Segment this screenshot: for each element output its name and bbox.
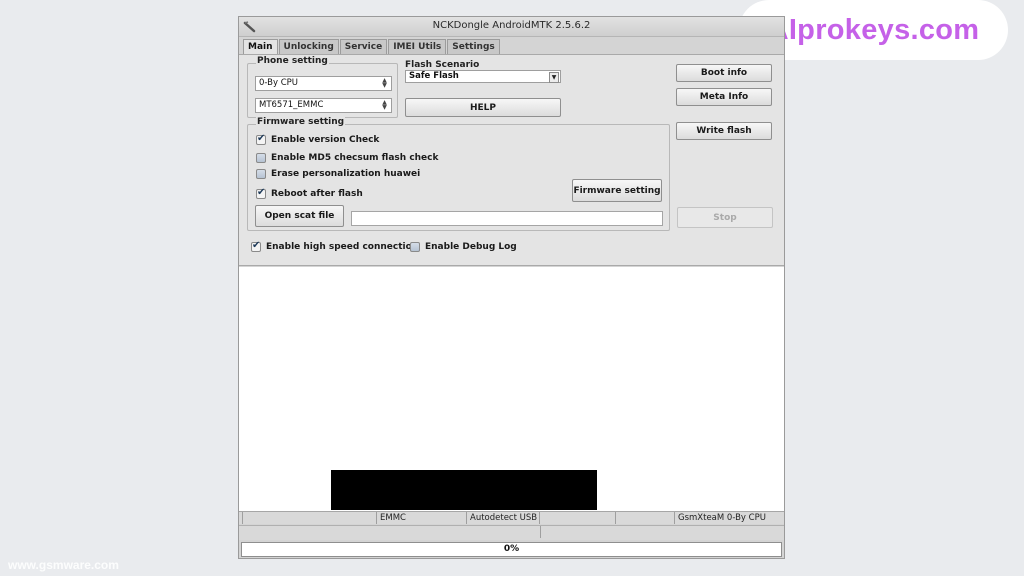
title-bar: NCKDongle AndroidMTK 2.5.6.2: [239, 17, 784, 37]
checkbox-label: Enable high speed connection: [266, 241, 419, 252]
checkbox-label: Erase personalization huawei: [271, 168, 421, 179]
status-cell: [239, 526, 541, 538]
progress-text: 0%: [503, 544, 520, 554]
status-connection: Autodetect USB: [467, 512, 540, 524]
checkbox: [256, 152, 266, 163]
boot-info-button[interactable]: Boot info: [676, 64, 772, 82]
spin-arrows-icon: ▲ ▼: [382, 77, 387, 89]
status-cell: [616, 512, 675, 524]
status-storage: EMMC: [377, 512, 467, 524]
tab-settings[interactable]: Settings: [447, 39, 500, 54]
flash-scenario-value: Safe Flash: [409, 71, 459, 81]
firmware-setting-group: Firmware setting Enable version Check En…: [247, 117, 670, 231]
help-button[interactable]: HELP: [405, 98, 561, 117]
spin-arrows-icon: ▲ ▼: [382, 99, 387, 111]
enable-version-check[interactable]: Enable version Check: [256, 133, 379, 146]
status-mode: GsmXteaM 0-By CPU: [678, 513, 766, 523]
stop-button[interactable]: Stop: [677, 207, 773, 228]
open-scat-file-button[interactable]: Open scat file: [255, 205, 344, 227]
chevron-down-icon: ▼: [549, 72, 559, 83]
tab-service[interactable]: Service: [339, 39, 388, 54]
phone-setting-group: Phone setting 0-By CPU ▲ ▼ MT6571_EMMC ▲ ▼: [247, 56, 398, 118]
tab-bar: Main Unlocking Service IMEI Utils Settin…: [243, 39, 501, 55]
chip-select[interactable]: MT6571_EMMC ▲ ▼: [255, 98, 392, 113]
phone-setting-label: Phone setting: [256, 56, 329, 66]
enable-md5-check[interactable]: Enable MD5 checsum flash check: [256, 151, 438, 164]
checkbox-label: Enable Debug Log: [425, 241, 517, 252]
checkbox-label: Enable MD5 checsum flash check: [271, 152, 439, 163]
status-bar-secondary: [239, 525, 784, 540]
redaction-box: [331, 470, 597, 510]
cpu-select-value: 0-By CPU: [259, 78, 299, 88]
checkbox: [256, 133, 266, 145]
tab-unlocking[interactable]: Unlocking: [278, 39, 339, 54]
progress-bar: 0%: [241, 542, 782, 557]
checkbox: [251, 240, 261, 252]
status-bar: EMMC Autodetect USB GsmXteaM 0-By CPU: [239, 511, 784, 524]
bottom-watermark: www.gsmware.com: [8, 558, 119, 572]
tab-main[interactable]: Main: [243, 39, 278, 55]
tab-imei-utils[interactable]: IMEI Utils: [388, 39, 447, 54]
flash-scenario-select[interactable]: Safe Flash ▼: [405, 70, 561, 83]
firmware-setting-button[interactable]: Firmware setting: [572, 179, 662, 202]
status-cell: [541, 526, 784, 538]
enable-high-speed[interactable]: Enable high speed connection: [251, 240, 418, 253]
firmware-setting-label: Firmware setting: [256, 117, 346, 127]
status-cell: [243, 512, 377, 524]
flash-scenario-label: Flash Scenario: [405, 60, 480, 70]
checkbox-label: Enable version Check: [271, 134, 380, 145]
status-cell: [540, 512, 616, 524]
checkbox: [410, 241, 420, 252]
checkbox: [256, 168, 266, 179]
checkbox-label: Reboot after flash: [271, 188, 363, 199]
chip-select-value: MT6571_EMMC: [259, 100, 324, 110]
cpu-select[interactable]: 0-By CPU ▲ ▼: [255, 76, 392, 91]
window-title: NCKDongle AndroidMTK 2.5.6.2: [432, 20, 591, 31]
erase-personalization[interactable]: Erase personalization huawei: [256, 167, 420, 180]
reboot-after-flash[interactable]: Reboot after flash: [256, 187, 363, 200]
site-watermark-text: AIprokeys.com: [767, 13, 980, 46]
main-panel: Phone setting 0-By CPU ▲ ▼ MT6571_EMMC ▲ ▼…: [239, 54, 784, 266]
app-window: NCKDongle AndroidMTK 2.5.6.2 Main Unlock…: [238, 16, 785, 559]
scat-path-field[interactable]: [351, 211, 663, 226]
checkbox: [256, 187, 266, 199]
meta-info-button[interactable]: Meta Info: [676, 88, 772, 106]
log-output: [239, 267, 784, 511]
write-flash-button[interactable]: Write flash: [676, 122, 772, 140]
enable-debug-log[interactable]: Enable Debug Log: [410, 240, 517, 253]
